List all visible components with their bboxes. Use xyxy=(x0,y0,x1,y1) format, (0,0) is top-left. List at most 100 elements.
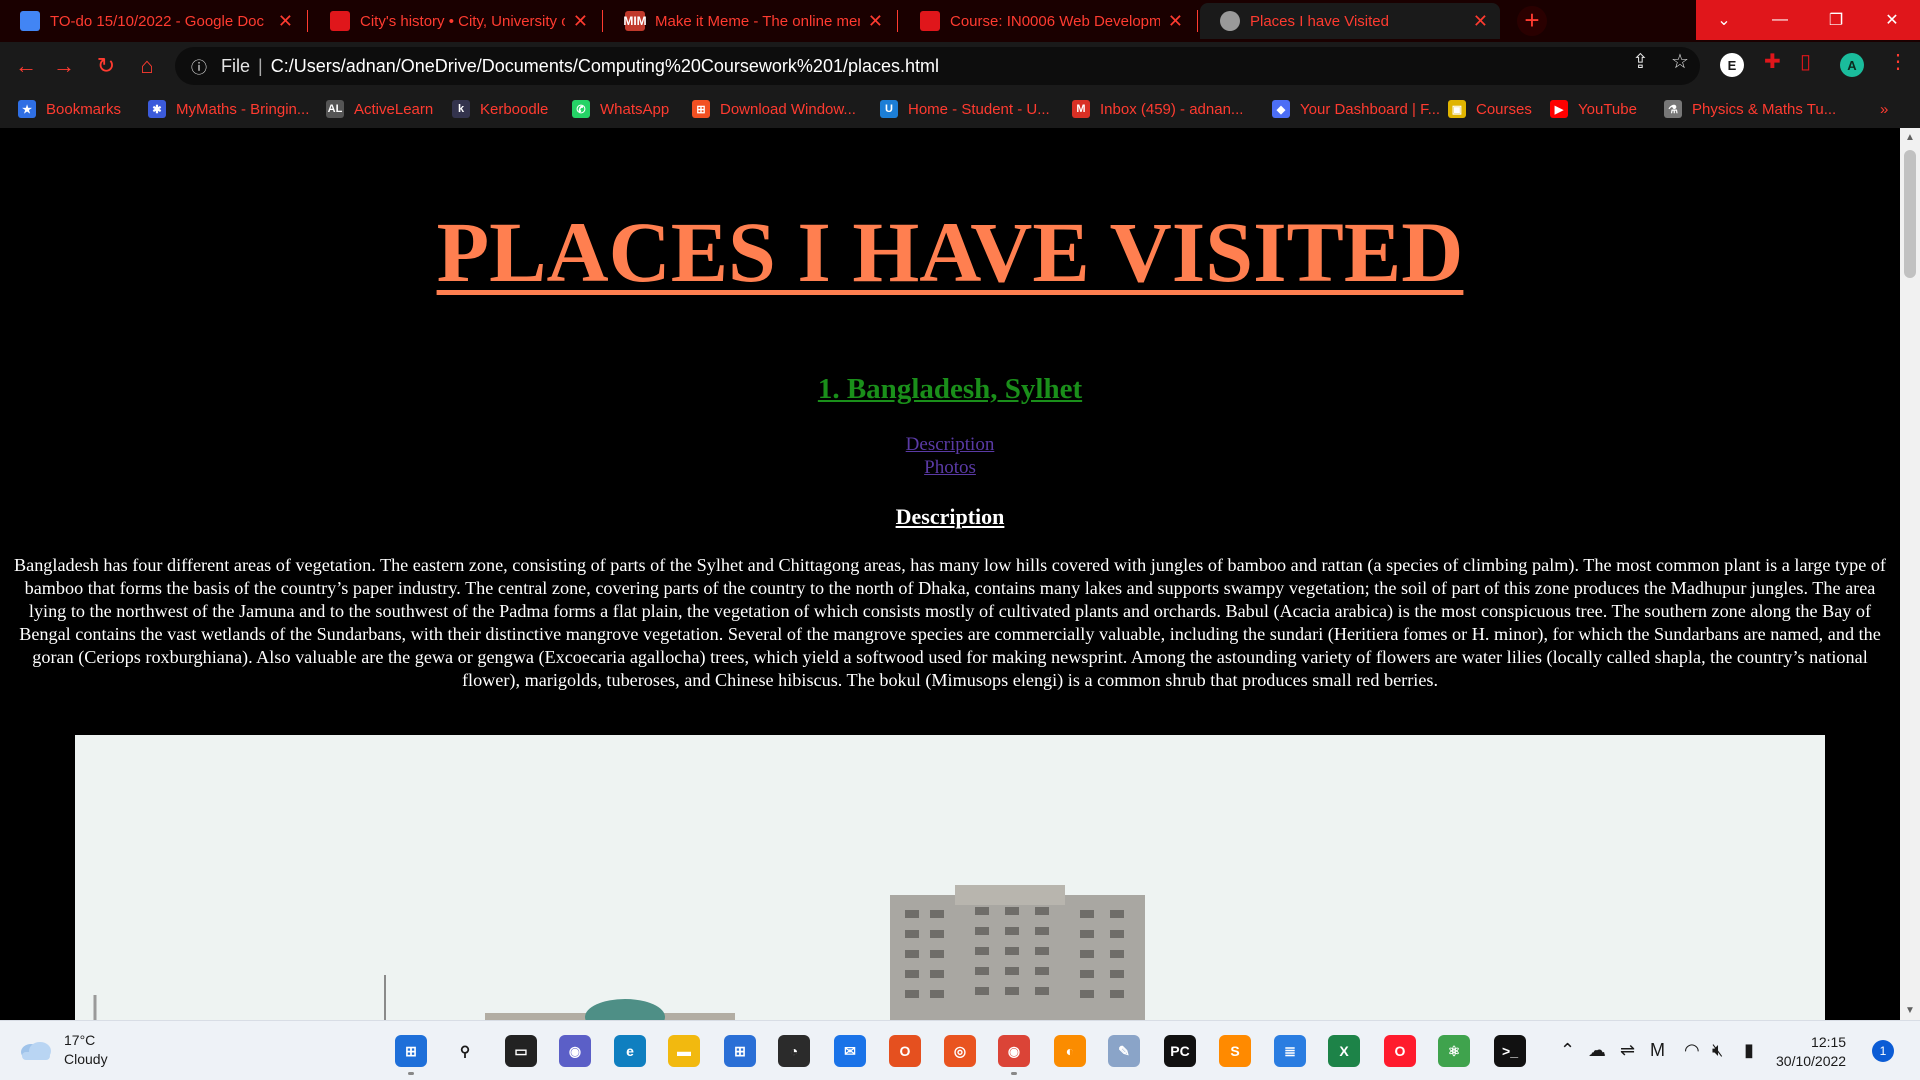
brave-icon[interactable]: ◐ xyxy=(1054,1035,1086,1067)
bookmark-label: Inbox (459) - adnan... xyxy=(1100,100,1244,118)
city-university-icon xyxy=(330,11,350,31)
tab-label: Course: IN0006 Web Developme xyxy=(950,12,1160,30)
edge-icon[interactable]: e xyxy=(614,1035,646,1067)
close-tab-icon[interactable]: ✕ xyxy=(573,11,588,32)
file-explorer-icon[interactable]: ▬ xyxy=(668,1035,700,1067)
speedometer-icon[interactable]: ◔ xyxy=(778,1035,810,1067)
profile-avatar[interactable]: A xyxy=(1840,53,1864,77)
bookmark-item[interactable]: ✱ MyMaths - Bringin... xyxy=(148,98,309,120)
extension-icon[interactable]: E xyxy=(1720,53,1744,77)
browser-toolbar: ← → ↻ ⌂ ⓘ File | C:/Users/adnan/OneDrive… xyxy=(0,42,1920,90)
bookmark-label: Download Window... xyxy=(720,100,856,118)
tab-2[interactable]: City's history • City, University of ✕ xyxy=(310,3,600,39)
photos-link[interactable]: Photos xyxy=(0,456,1900,479)
page-scrollbar[interactable]: ▲ ▼ xyxy=(1900,128,1920,1020)
google-docs-icon xyxy=(20,11,40,31)
task-view-icon[interactable]: ▭ xyxy=(505,1035,537,1067)
bookmark-label: Courses xyxy=(1476,100,1532,118)
bookmark-item[interactable]: ✆ WhatsApp xyxy=(572,98,669,120)
bookmark-item[interactable]: M Inbox (459) - adnan... xyxy=(1072,98,1243,120)
whatsapp-icon: ✆ xyxy=(572,100,590,118)
sylhet-city-photo xyxy=(75,735,1825,1020)
share-icon[interactable]: ⇪ xyxy=(1632,49,1649,74)
bookmark-label: Home - Student - U... xyxy=(908,100,1050,118)
sublime-text-icon[interactable]: S xyxy=(1219,1035,1251,1067)
notes-icon[interactable]: ≣ xyxy=(1274,1035,1306,1067)
excel-icon[interactable]: X xyxy=(1328,1035,1360,1067)
gmail-icon: M xyxy=(1072,100,1090,118)
bookmark-item[interactable]: k Kerboodle xyxy=(452,98,548,120)
bookmark-item[interactable]: ⚗ Physics & Maths Tu... xyxy=(1664,98,1836,120)
close-tab-icon[interactable]: ✕ xyxy=(1473,11,1488,32)
bookmark-label: WhatsApp xyxy=(600,100,670,118)
mail-icon[interactable]: ✉ xyxy=(834,1035,866,1067)
extensions-puzzle-icon[interactable]: ✚ xyxy=(1764,49,1781,74)
bookmark-label: Kerboodle xyxy=(480,100,549,118)
tab-3[interactable]: MIM Make it Meme - The online mem ✕ xyxy=(605,3,895,39)
bookmark-label: Your Dashboard | F... xyxy=(1300,100,1441,118)
battery-icon[interactable]: ▮ xyxy=(1744,1040,1754,1061)
settings-sliders-icon[interactable]: ⇌ xyxy=(1620,1040,1635,1061)
show-hidden-icons-chevron-icon[interactable]: ⌃ xyxy=(1560,1040,1575,1061)
atom-icon[interactable]: ⚛ xyxy=(1438,1035,1470,1067)
bookmark-item[interactable]: ▶ YouTube xyxy=(1550,98,1637,120)
browser-menu-icon[interactable]: ⋮ xyxy=(1888,49,1908,74)
close-tab-icon[interactable]: ✕ xyxy=(278,11,293,32)
minimize-button[interactable]: — xyxy=(1752,0,1808,40)
restore-button[interactable]: ❐ xyxy=(1808,0,1864,40)
close-tab-icon[interactable]: ✕ xyxy=(868,11,883,32)
office-icon[interactable]: O xyxy=(889,1035,921,1067)
weather-widget[interactable]: 17°C Cloudy xyxy=(18,1031,108,1069)
forward-icon[interactable]: → xyxy=(50,52,78,80)
search-icon[interactable]: ⚲ xyxy=(449,1035,481,1067)
new-tab-button[interactable]: + xyxy=(1517,6,1547,36)
chrome-icon[interactable]: ◉ xyxy=(998,1035,1030,1067)
ubuntu-icon[interactable]: ◎ xyxy=(944,1035,976,1067)
notepad-icon[interactable]: ✎ xyxy=(1108,1035,1140,1067)
microsoft-store-icon[interactable]: ⊞ xyxy=(724,1035,756,1067)
bookmark-item[interactable]: ▣ Courses xyxy=(1448,98,1532,120)
bookmark-item[interactable]: ⊞ Download Window... xyxy=(692,98,856,120)
home-icon[interactable]: ⌂ xyxy=(133,52,161,80)
back-icon[interactable]: ← xyxy=(12,52,40,80)
site-info-icon[interactable]: ⓘ xyxy=(191,54,211,78)
terminal-icon[interactable]: >_ xyxy=(1494,1035,1526,1067)
pycharm-icon[interactable]: PC xyxy=(1164,1035,1196,1067)
close-window-button[interactable]: ✕ xyxy=(1864,0,1920,40)
bookmark-item[interactable]: AL ActiveLearn xyxy=(326,98,433,120)
bookmark-item[interactable]: ◆ Your Dashboard | F... xyxy=(1272,98,1440,120)
speaker-muted-icon[interactable]: 🔇︎ xyxy=(1712,1040,1723,1061)
system-clock[interactable]: 12:15 30/10/2022 xyxy=(1776,1033,1846,1071)
onedrive-cloud-icon[interactable]: ☁ xyxy=(1588,1040,1606,1061)
moodle-course-icon xyxy=(920,11,940,31)
star-icon: ★ xyxy=(18,100,36,118)
tab-search-dropdown-icon[interactable]: ⌄ xyxy=(1696,0,1752,40)
globe-icon xyxy=(1220,11,1240,31)
side-panel-icon[interactable]: ▯ xyxy=(1800,49,1811,74)
opera-icon[interactable]: O xyxy=(1384,1035,1416,1067)
tab-separator xyxy=(1197,10,1198,32)
start-button-icon[interactable]: ⊞ xyxy=(395,1035,427,1067)
bookmark-item[interactable]: ★ Bookmarks xyxy=(18,98,121,120)
tab-label: Places I have Visited xyxy=(1250,12,1389,30)
reload-icon[interactable]: ↻ xyxy=(92,52,120,80)
scroll-up-icon[interactable]: ▲ xyxy=(1905,132,1915,143)
scrollbar-thumb[interactable] xyxy=(1904,150,1916,278)
bookmark-item[interactable]: U Home - Student - U... xyxy=(880,98,1050,120)
tab-1[interactable]: TO-do 15/10/2022 - Google Doc ✕ xyxy=(0,3,305,39)
input-indicator-icon[interactable]: M xyxy=(1650,1040,1665,1061)
description-link[interactable]: Description xyxy=(0,433,1900,456)
tab-4[interactable]: Course: IN0006 Web Developme ✕ xyxy=(900,3,1195,39)
address-bar[interactable]: ⓘ File | C:/Users/adnan/OneDrive/Documen… xyxy=(175,47,1700,85)
close-tab-icon[interactable]: ✕ xyxy=(1168,11,1183,32)
notification-count-badge[interactable]: 1 xyxy=(1872,1040,1894,1062)
wifi-icon[interactable]: ◠ xyxy=(1684,1040,1700,1061)
make-it-meme-icon: MIM xyxy=(623,11,647,31)
teams-chat-icon[interactable]: ◉ xyxy=(559,1035,591,1067)
bookmark-star-icon[interactable]: ☆ xyxy=(1671,49,1689,74)
running-app-indicator xyxy=(408,1072,414,1075)
bookmarks-overflow-icon[interactable]: » xyxy=(1880,98,1888,120)
scroll-down-icon[interactable]: ▼ xyxy=(1905,1005,1915,1016)
url-text[interactable]: C:/Users/adnan/OneDrive/Documents/Comput… xyxy=(271,56,939,77)
tab-5[interactable]: Places I have Visited ✕ xyxy=(1200,3,1500,39)
